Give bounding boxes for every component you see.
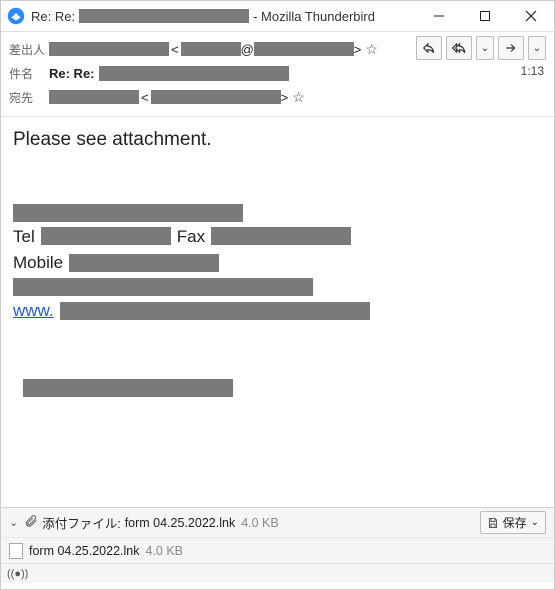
from-domain-redacted bbox=[254, 42, 354, 56]
title-prefix: Re: Re: bbox=[31, 9, 75, 24]
status-bar: ((●)) bbox=[1, 563, 554, 583]
attachment-list-size: 4.0 KB bbox=[146, 544, 184, 558]
to-value[interactable]: < > ☆ bbox=[49, 89, 546, 106]
forward-button[interactable] bbox=[498, 36, 524, 60]
subject-prefix: Re: Re: bbox=[49, 66, 95, 81]
save-icon bbox=[487, 517, 499, 529]
paperclip-icon bbox=[24, 514, 38, 531]
attachment-filename[interactable]: form 04.25.2022.lnk bbox=[125, 516, 236, 530]
file-icon bbox=[9, 543, 23, 559]
body-intro: Please see attachment. bbox=[13, 127, 542, 154]
attachment-list-filename[interactable]: form 04.25.2022.lnk bbox=[29, 544, 140, 558]
star-to-icon[interactable]: ☆ bbox=[292, 89, 305, 106]
minimize-button[interactable] bbox=[416, 1, 462, 31]
attachment-size: 4.0 KB bbox=[241, 516, 279, 530]
sig-footer-redacted bbox=[23, 379, 233, 397]
attachment-bar: ⌄ 添付ファイル: form 04.25.2022.lnk 4.0 KB 保存 … bbox=[1, 507, 554, 537]
window-title: Re: Re: - Mozilla Thunderbird bbox=[31, 9, 416, 24]
message-time: 1:13 bbox=[521, 64, 544, 78]
sig-line4-redacted bbox=[13, 278, 313, 296]
subject-label: 件名 bbox=[9, 65, 49, 82]
save-attachment-button[interactable]: 保存 ⌄ bbox=[480, 511, 546, 534]
message-body: Please see attachment. Tel Fax Mobile ww… bbox=[1, 117, 554, 507]
to-name-redacted bbox=[49, 90, 139, 104]
to-label: 宛先 bbox=[9, 89, 49, 106]
message-toolbar: ⌄ ⌄ bbox=[416, 36, 546, 60]
tel-label: Tel bbox=[13, 225, 35, 249]
message-headers: ⌄ ⌄ 差出人 < @ > ☆ 件名 Re: Re: 1:13 宛先 < > ☆ bbox=[1, 32, 554, 116]
from-label: 差出人 bbox=[9, 41, 49, 58]
subject-value: Re: Re: bbox=[49, 66, 546, 81]
tel-redacted bbox=[41, 227, 171, 245]
to-email-redacted bbox=[151, 90, 281, 104]
from-local-redacted bbox=[181, 42, 241, 56]
mobile-redacted bbox=[69, 254, 219, 272]
url-redacted bbox=[60, 302, 370, 320]
mobile-label: Mobile bbox=[13, 251, 63, 275]
reply-button[interactable] bbox=[416, 36, 442, 60]
connection-icon: ((●)) bbox=[7, 568, 28, 580]
from-name-redacted bbox=[49, 42, 169, 56]
attachment-list: form 04.25.2022.lnk 4.0 KB bbox=[1, 537, 554, 563]
star-from-icon[interactable]: ☆ bbox=[365, 41, 378, 58]
window-titlebar: Re: Re: - Mozilla Thunderbird bbox=[1, 1, 554, 31]
maximize-button[interactable] bbox=[462, 1, 508, 31]
title-suffix: - Mozilla Thunderbird bbox=[253, 9, 375, 24]
sig-name-redacted bbox=[13, 204, 243, 222]
reply-dropdown[interactable]: ⌄ bbox=[476, 36, 494, 60]
attachment-bar-label: 添付ファイル: bbox=[42, 513, 120, 532]
title-redacted bbox=[79, 9, 249, 23]
subject-redacted bbox=[99, 66, 289, 81]
fax-redacted bbox=[211, 227, 351, 245]
close-button[interactable] bbox=[508, 1, 554, 31]
fax-label: Fax bbox=[177, 225, 205, 249]
app-icon bbox=[7, 7, 25, 25]
more-actions-dropdown[interactable]: ⌄ bbox=[528, 36, 546, 60]
reply-all-button[interactable] bbox=[446, 36, 472, 60]
attachment-toggle[interactable]: ⌄ bbox=[9, 516, 18, 529]
website-link[interactable]: www. bbox=[13, 299, 54, 323]
